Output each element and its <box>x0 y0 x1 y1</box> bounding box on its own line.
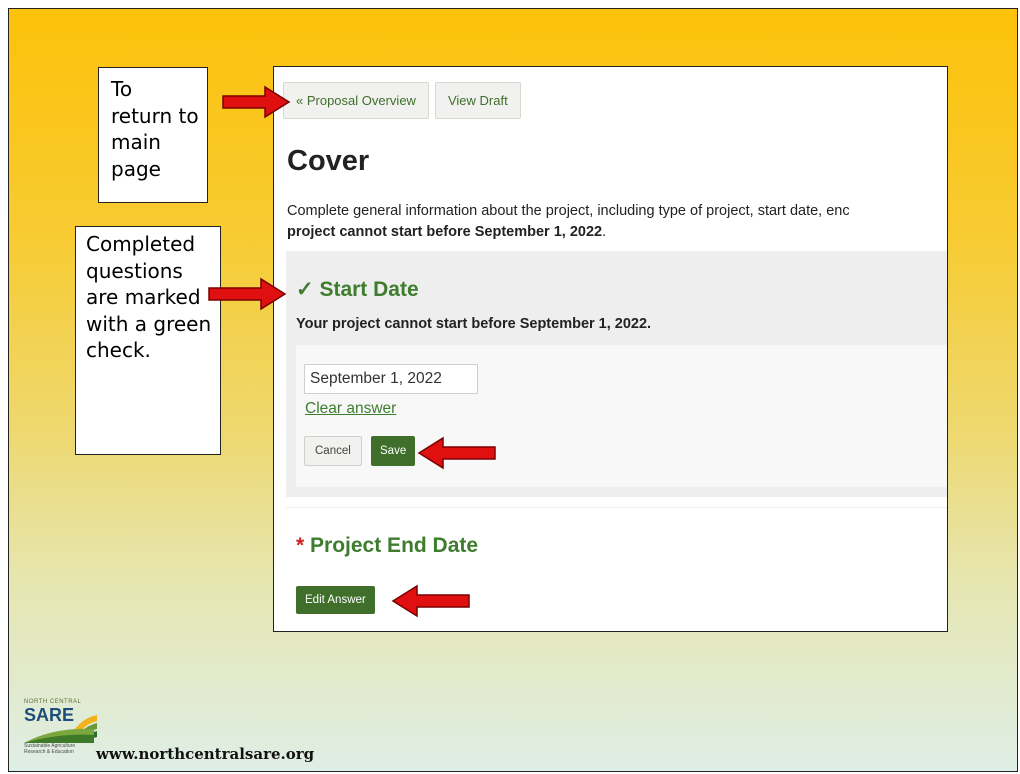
fields-band-icon <box>24 728 94 743</box>
nav-row: « Proposal Overview View Draft <box>283 82 521 119</box>
arrow-to-save-icon <box>417 436 496 470</box>
view-draft-button[interactable]: View Draft <box>434 82 521 119</box>
sare-logo: NORTH CENTRAL SARE Sustainable Agricultu… <box>24 699 99 759</box>
start-date-section: ✓ Start Date Your project cannot start b… <box>286 251 947 497</box>
callout-green-check-note: Completed questions are marked with a gr… <box>75 226 221 455</box>
slide: To return to main page Completed questio… <box>8 8 1018 772</box>
green-check-icon: ✓ <box>296 278 314 301</box>
intro-line-1: Complete general information about the p… <box>287 203 850 219</box>
page-title: Cover <box>287 145 370 177</box>
website-url[interactable]: www.northcentralsare.org <box>96 745 314 763</box>
arrow-to-overview-icon <box>222 85 291 119</box>
clear-answer-link[interactable]: Clear answer <box>305 400 396 418</box>
end-date-title: * Project End Date <box>296 534 478 558</box>
cancel-button[interactable]: Cancel <box>304 436 362 466</box>
callout-return-note: To return to main page <box>98 67 208 203</box>
edit-answer-button[interactable]: Edit Answer <box>296 586 375 614</box>
start-date-note: Your project cannot start before Septemb… <box>296 316 652 332</box>
intro-period: . <box>602 224 607 240</box>
intro-bold-text: project cannot start before September 1,… <box>287 224 603 240</box>
start-date-title: ✓ Start Date <box>296 277 419 302</box>
start-date-title-text: Start Date <box>319 278 419 301</box>
proposal-overview-button[interactable]: « Proposal Overview <box>283 82 429 119</box>
end-date-title-text: Project End Date <box>310 534 479 557</box>
end-date-section: * Project End Date Edit Answer <box>286 507 947 631</box>
start-date-input[interactable] <box>304 364 478 394</box>
intro-line-2: project cannot start before September 1,… <box>287 222 947 243</box>
proposal-screenshot: « Proposal Overview View Draft Cover Com… <box>273 66 948 632</box>
page-intro: Complete general information about the p… <box>287 201 947 243</box>
save-button[interactable]: Save <box>371 436 416 466</box>
arrow-to-edit-icon <box>391 584 470 618</box>
required-asterisk: * <box>296 534 305 557</box>
start-date-answer-panel: Clear answer Cancel Save <box>296 345 947 487</box>
arrow-to-check-icon <box>208 277 287 311</box>
logo-tagline: Sustainable Agriculture Research & Educa… <box>24 743 76 755</box>
